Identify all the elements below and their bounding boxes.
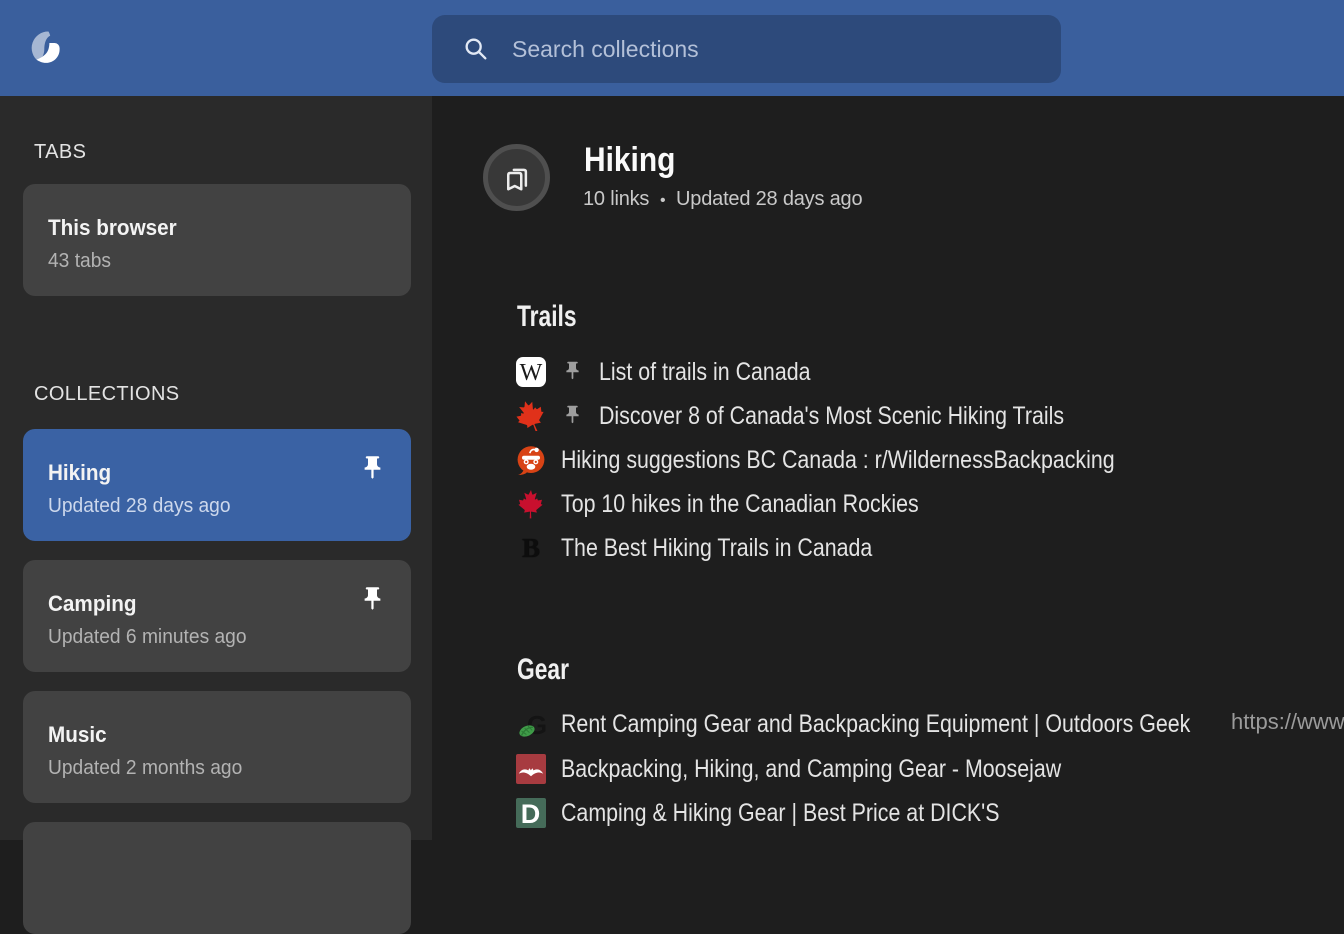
svg-text:B: B: [522, 533, 540, 563]
svg-text:D: D: [521, 799, 541, 828]
svg-text:W: W: [520, 360, 543, 386]
